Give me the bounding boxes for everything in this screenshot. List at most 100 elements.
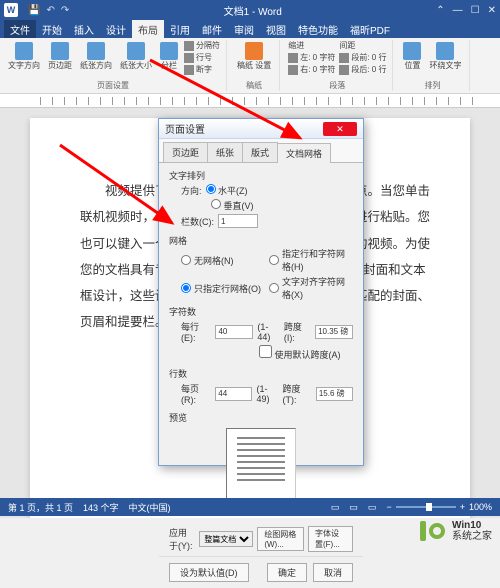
dialog-close-button[interactable]: ✕: [323, 122, 357, 136]
ribbon-tabs: 文件 开始 插入 设计 布局 引用 邮件 审阅 视图 特色功能 福昕PDF: [0, 20, 500, 38]
ok-button[interactable]: 确定: [267, 563, 307, 582]
size-button[interactable]: 纸张大小: [118, 40, 154, 73]
breaks-button[interactable]: 分隔符: [184, 40, 220, 51]
status-page[interactable]: 第 1 页，共 1 页: [8, 501, 73, 514]
lines-range: (1-49): [256, 384, 278, 404]
apply-to-select[interactable]: 整篇文档: [199, 531, 253, 547]
zoom-percent[interactable]: 100%: [469, 502, 492, 512]
apply-to-label: 应用于(Y):: [169, 526, 195, 552]
chars-pitch-spinner[interactable]: 10.35 磅: [315, 325, 353, 339]
close-icon[interactable]: ✕: [488, 5, 496, 16]
tab-view[interactable]: 视图: [260, 20, 292, 38]
tab-layout[interactable]: 布局: [132, 20, 164, 38]
direction-label: 方向:: [181, 184, 202, 197]
radio-char-grid[interactable]: 指定行和字符网格(H): [269, 247, 353, 273]
margins-button[interactable]: 页边距: [46, 40, 74, 73]
group-manuscript-caption: 稿纸: [235, 80, 273, 91]
spacing-heading: 间距: [339, 40, 386, 51]
status-word-count[interactable]: 143 个字: [83, 501, 119, 514]
use-default-pitch-checkbox[interactable]: 使用默认跨度(A): [259, 345, 341, 361]
columns-spinner[interactable]: 1: [218, 214, 258, 228]
radio-horizontal[interactable]: 水平(Z): [206, 184, 248, 197]
group-arrange-caption: 排列: [401, 80, 463, 91]
indent-right[interactable]: 右: 0 字符: [288, 64, 335, 75]
hyphenation-button[interactable]: 断字: [184, 64, 220, 75]
indent-heading: 缩进: [288, 40, 335, 51]
tab-references[interactable]: 引用: [164, 20, 196, 38]
position-button[interactable]: 位置: [401, 40, 423, 73]
undo-icon[interactable]: ↶: [46, 5, 54, 16]
orientation-button[interactable]: 纸张方向: [78, 40, 114, 73]
radio-vertical[interactable]: 垂直(V): [211, 199, 254, 212]
radio-line-grid[interactable]: 只指定行网格(O): [181, 275, 261, 301]
view-read-icon[interactable]: ▭: [331, 502, 340, 513]
watermark: Win10 系统之家: [420, 520, 492, 542]
chars-per-line-label: 每行(E):: [181, 320, 211, 343]
tab-file[interactable]: 文件: [4, 20, 36, 38]
text-direction-button[interactable]: 文字方向: [6, 40, 42, 73]
ruler[interactable]: [0, 94, 500, 108]
word-app-icon: W: [4, 3, 18, 17]
watermark-logo-icon: [420, 521, 446, 541]
tab-mailings[interactable]: 邮件: [196, 20, 228, 38]
section-chars: 字符数: [169, 305, 353, 318]
section-grid: 网格: [169, 234, 353, 247]
lines-pitch-label: 跨度(T):: [282, 382, 311, 405]
minimize-icon[interactable]: —: [453, 5, 463, 16]
ribbon: 文字方向 页边距 纸张方向 纸张大小 分栏 分隔符 行号 断字 页面设置 稿纸 …: [0, 38, 500, 94]
view-print-icon[interactable]: ▭: [349, 502, 358, 513]
save-icon[interactable]: 💾: [28, 5, 40, 16]
spacing-after[interactable]: 段后: 0 行: [339, 64, 386, 75]
tab-paper[interactable]: 纸张: [207, 142, 243, 162]
chars-per-line-spinner[interactable]: 40: [215, 325, 253, 339]
set-default-button[interactable]: 设为默认值(D): [169, 563, 249, 582]
draw-grid-button[interactable]: 绘图网格(W)...: [257, 527, 304, 551]
manuscript-button[interactable]: 稿纸 设置: [235, 40, 273, 73]
quick-access-toolbar: 💾 ↶ ↷: [28, 5, 69, 16]
wrap-text-button[interactable]: 环绕文字: [427, 40, 463, 73]
radio-no-grid[interactable]: 无网格(N): [181, 247, 261, 273]
radio-align-grid[interactable]: 文字对齐字符网格(X): [269, 275, 353, 301]
ribbon-options-icon[interactable]: ⌃: [436, 5, 444, 16]
tab-document-grid[interactable]: 文档网格: [277, 143, 331, 163]
dialog-title: 页面设置: [165, 121, 323, 136]
maximize-icon[interactable]: ☐: [471, 5, 480, 16]
lines-pitch-spinner[interactable]: 15.6 磅: [316, 387, 353, 401]
title-bar: W 💾 ↶ ↷ 文档1 - Word ⌃ — ☐ ✕: [0, 0, 500, 20]
columns-label: 栏数(C):: [181, 215, 214, 228]
font-settings-button[interactable]: 字体设置(F)...: [308, 526, 353, 552]
indent-left[interactable]: 左: 0 字符: [288, 52, 335, 63]
window-title: 文档1 - Word: [69, 3, 436, 18]
tab-design[interactable]: 设计: [100, 20, 132, 38]
tab-review[interactable]: 审阅: [228, 20, 260, 38]
tab-special[interactable]: 特色功能: [292, 20, 344, 38]
tab-insert[interactable]: 插入: [68, 20, 100, 38]
cancel-button[interactable]: 取消: [313, 563, 353, 582]
lines-per-page-spinner[interactable]: 44: [215, 387, 252, 401]
section-text-direction: 文字排列: [169, 169, 353, 182]
line-numbers-button[interactable]: 行号: [184, 52, 220, 63]
watermark-line1: Win10: [452, 520, 492, 531]
spacing-before[interactable]: 段前: 0 行: [339, 52, 386, 63]
lines-per-page-label: 每页(R):: [181, 382, 211, 405]
view-web-icon[interactable]: ▭: [368, 502, 377, 513]
status-language[interactable]: 中文(中国): [129, 501, 171, 514]
chars-pitch-label: 跨度(I):: [284, 320, 311, 343]
chars-range: (1-44): [257, 322, 280, 342]
tab-home[interactable]: 开始: [36, 20, 68, 38]
preview-box: [226, 428, 296, 508]
group-paragraph-caption: 段落: [288, 80, 386, 91]
redo-icon[interactable]: ↷: [61, 5, 69, 16]
status-bar: 第 1 页，共 1 页 143 个字 中文(中国) ▭ ▭ ▭ − + 100%: [0, 498, 500, 516]
group-page-setup-caption: 页面设置: [6, 80, 220, 91]
watermark-line2: 系统之家: [452, 531, 492, 542]
zoom-slider[interactable]: [396, 506, 456, 508]
columns-button[interactable]: 分栏: [158, 40, 180, 73]
tab-layout-dlg[interactable]: 版式: [242, 142, 278, 162]
zoom-in-icon[interactable]: +: [460, 502, 465, 512]
zoom-out-icon[interactable]: −: [386, 502, 391, 512]
tab-margins[interactable]: 页边距: [163, 142, 208, 162]
section-preview: 预览: [169, 411, 353, 424]
section-lines: 行数: [169, 367, 353, 380]
tab-pdf[interactable]: 福昕PDF: [344, 20, 396, 38]
